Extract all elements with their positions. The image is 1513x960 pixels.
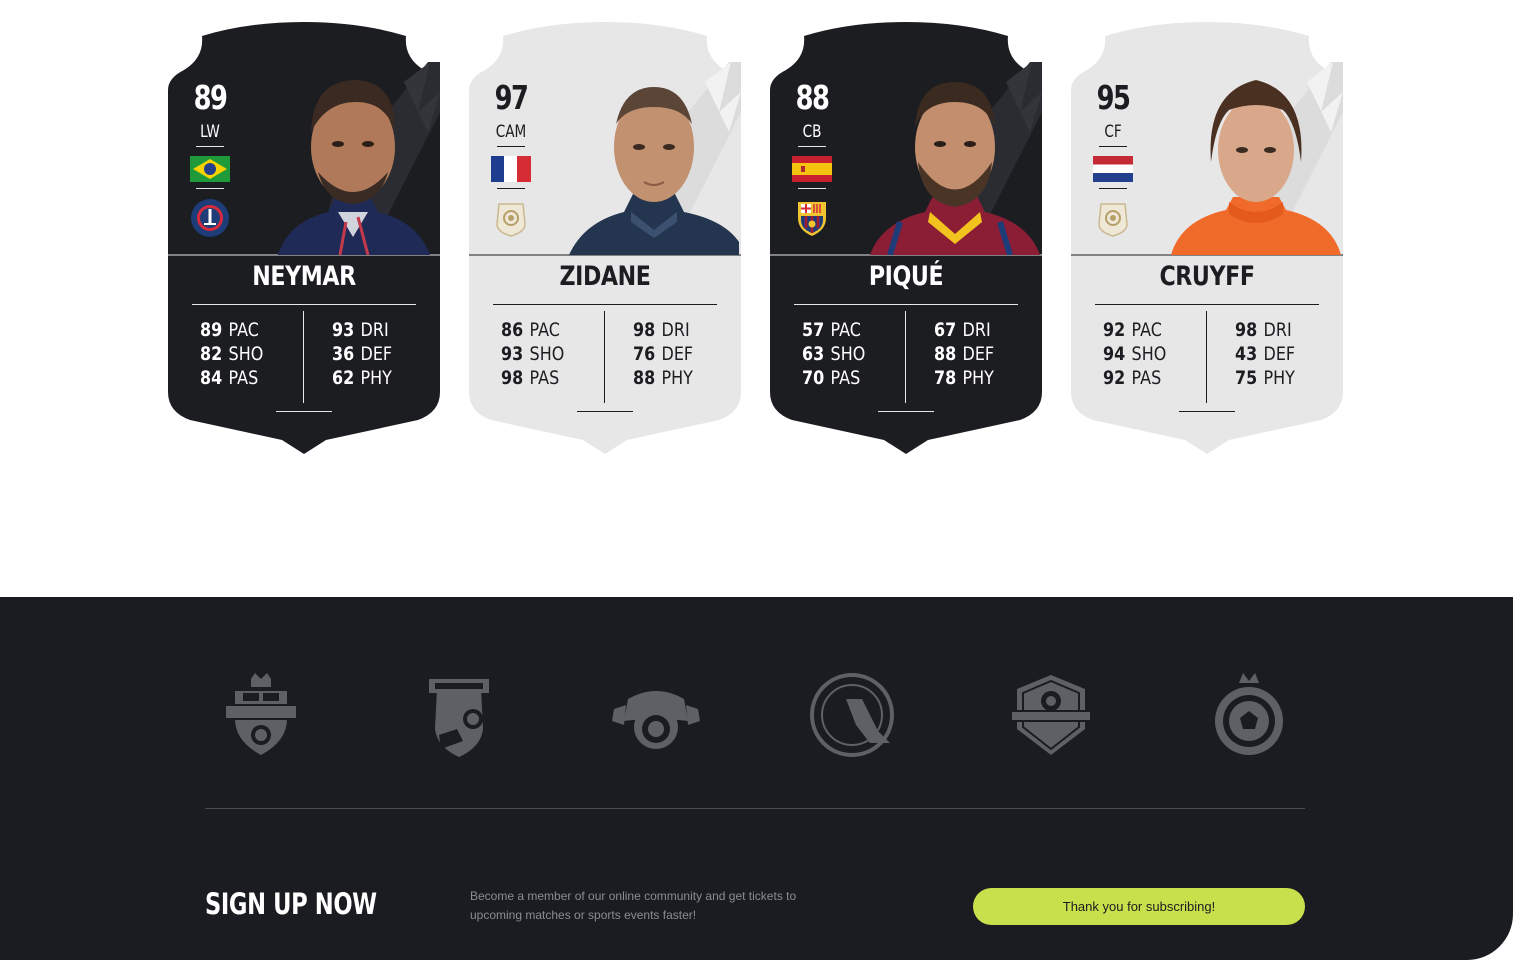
psg-crest-icon [191,199,229,237]
separator [1099,188,1127,189]
stat-dribbling: 93 DRI [332,319,389,341]
separator [497,146,525,147]
footer: SIGN UP NOW Become a member of our onlin… [0,597,1513,960]
separator [1099,146,1127,147]
signup-description: Become a member of our online community … [470,889,797,922]
barcelona-crest-icon [798,202,826,236]
name-divider [192,304,416,305]
stat-shooting: 63 SHO [802,343,866,365]
football-cup-logo-icon[interactable] [608,669,704,761]
stats-right: 98 DRI 43 DEF 75 PHY [1235,318,1345,390]
stats-right: 67 DRI 88 DEF 78 PHY [934,318,1044,390]
name-divider [1095,304,1319,305]
stat-passing: 92 PAS [1103,367,1162,389]
stat-defending: 36 DEF [332,343,393,365]
stat-defending: 43 DEF [1235,343,1296,365]
france-flag-icon [491,156,531,182]
stats-left: 86 PAC 93 SHO 98 PAS [501,318,611,390]
player-photo [278,80,430,255]
player-name: PIQUÉ [868,261,944,292]
player-card-zidane[interactable]: 97 CAM ZIDANE 86 PAC 93 SHO 98 PAS 98 DR… [469,22,741,457]
overall-rating: 88 [795,78,830,117]
stat-physical: 62 PHY [332,367,392,389]
stats-left: 57 PAC 63 SHO 70 PAS [802,318,912,390]
stat-shooting: 82 SHO [200,343,264,365]
stats-right: 93 DRI 36 DEF 62 PHY [332,318,442,390]
subscribe-confirmation-button[interactable]: Thank you for subscribing! [973,888,1305,925]
stat-passing: 98 PAS [501,367,560,389]
bottom-divider [577,411,633,412]
stat-pace: 92 PAC [1103,319,1162,341]
football-shield-logo-icon[interactable] [411,669,507,761]
overall-rating: 97 [494,78,529,117]
stat-pace: 57 PAC [802,319,861,341]
name-divider [493,304,717,305]
stat-physical: 78 PHY [934,367,994,389]
stat-dribbling: 67 DRI [934,319,991,341]
player-position: LW [200,122,220,142]
stat-passing: 84 PAS [200,367,259,389]
player-position: CF [1104,122,1122,142]
name-divider [794,304,1018,305]
player-card-pique[interactable]: 88 CB PIQUÉ 57 PAC 63 SHO 70 PAS 67 DRI … [770,22,1042,457]
overall-rating: 89 [193,78,228,117]
separator [196,146,224,147]
player-photo [1171,80,1341,255]
stat-passing: 70 PAS [802,367,861,389]
soccer-cup-logo-icon[interactable] [806,669,902,761]
icon-badge-icon [496,203,526,237]
football-club-logo-icon[interactable] [1201,669,1297,761]
stat-dribbling: 98 DRI [1235,319,1292,341]
football-logo-icon[interactable] [213,669,309,761]
stat-shooting: 94 SHO [1103,343,1167,365]
tournament-logo-icon[interactable] [1003,669,1099,761]
stat-pace: 86 PAC [501,319,560,341]
footer-divider [205,808,1305,809]
stat-defending: 76 DEF [633,343,694,365]
player-photo [569,87,739,255]
page: 89 LW NEYMAR 89 PAC 82 SHO 84 PAS 93 DRI… [0,0,1513,960]
player-name: NEYMAR [252,261,356,292]
icon-badge-icon [1098,203,1128,237]
signup-title: SIGN UP NOW [205,887,377,921]
separator [497,188,525,189]
separator [196,188,224,189]
player-card-cruyff[interactable]: 95 CF CRUYFF 92 PAC 94 SHO 92 PAS 98 DRI… [1071,22,1343,457]
stats-right: 98 DRI 76 DEF 88 PHY [633,318,743,390]
stat-dribbling: 98 DRI [633,319,690,341]
bottom-divider [1179,411,1235,412]
player-position: CB [802,122,822,142]
spain-flag-icon [792,156,832,182]
player-name: CRUYFF [1159,261,1255,292]
bottom-divider [276,411,332,412]
separator [798,188,826,189]
player-position: CAM [495,122,527,142]
separator [798,146,826,147]
netherlands-flag-icon [1093,156,1133,182]
player-photo [870,82,1040,255]
stats-left: 89 PAC 82 SHO 84 PAS [200,318,310,390]
stats-left: 92 PAC 94 SHO 92 PAS [1103,318,1213,390]
stat-physical: 88 PHY [633,367,693,389]
stat-physical: 75 PHY [1235,367,1295,389]
bottom-divider [878,411,934,412]
brazil-flag-icon [190,156,230,182]
player-cards: 89 LW NEYMAR 89 PAC 82 SHO 84 PAS 93 DRI… [168,22,1344,457]
stat-shooting: 93 SHO [501,343,565,365]
stat-pace: 89 PAC [200,319,259,341]
player-name: ZIDANE [559,261,651,292]
player-card-neymar[interactable]: 89 LW NEYMAR 89 PAC 82 SHO 84 PAS 93 DRI… [168,22,440,457]
stat-defending: 88 DEF [934,343,995,365]
partner-logos [0,669,1513,761]
overall-rating: 95 [1096,78,1131,117]
